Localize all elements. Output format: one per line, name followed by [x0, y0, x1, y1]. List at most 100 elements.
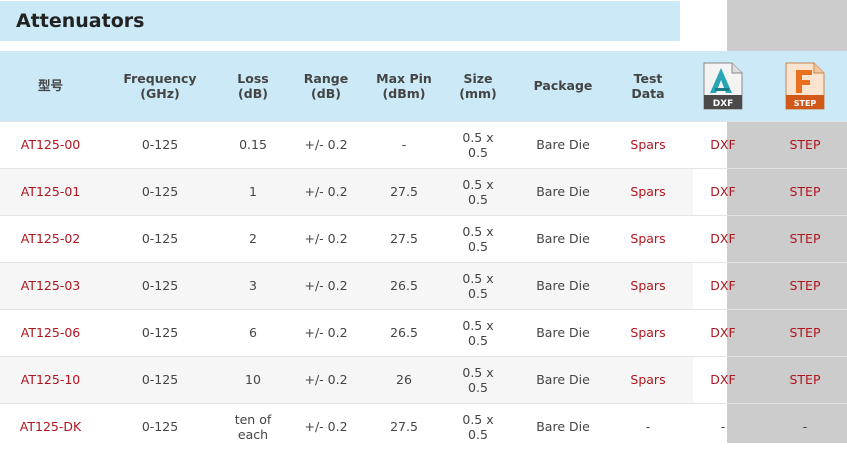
step-cell[interactable]: STEP [763, 214, 847, 262]
loss-cell: 1 [219, 167, 287, 215]
table-row: AT125-01 0-125 1 +/- 0.2 27.5 0.5 x 0.5 B… [0, 167, 847, 215]
model-link[interactable]: AT125-03 [21, 278, 81, 293]
dxf-link[interactable]: DXF [710, 325, 735, 340]
size-cell: 0.5 x 0.5 [443, 261, 513, 309]
step-link[interactable]: STEP [789, 137, 820, 152]
model-cell[interactable]: AT125-06 [0, 308, 101, 356]
dxf-cell[interactable]: DXF [683, 120, 763, 168]
package-cell: Bare Die [513, 261, 613, 309]
header-dxf: DXF [683, 51, 763, 121]
table-row: AT125-03 0-125 3 +/- 0.2 26.5 0.5 x 0.5 B… [0, 261, 847, 309]
size-cell: 0.5 x 0.5 [443, 355, 513, 403]
loss-cell: 0.15 [219, 120, 287, 168]
header-max-pin: Max Pin (dBm) [365, 51, 443, 121]
step-link[interactable]: STEP [789, 372, 820, 387]
size-cell: 0.5 x 0.5 [443, 214, 513, 262]
dxf-link[interactable]: DXF [710, 184, 735, 199]
dxf-cell[interactable]: DXF [683, 308, 763, 356]
spars-link[interactable]: Spars [630, 184, 665, 199]
frequency-cell: 0-125 [101, 167, 219, 215]
header-loss: Loss (dB) [219, 51, 287, 121]
table-row: AT125-06 0-125 6 +/- 0.2 26.5 0.5 x 0.5 B… [0, 308, 847, 356]
step-file-icon: STEP [785, 62, 825, 110]
model-link[interactable]: AT125-10 [21, 372, 81, 387]
attenuators-table: 型号 Frequency (GHz) Loss (dB) Range (dB) Max… [0, 51, 847, 450]
header-model: 型号 [0, 51, 101, 121]
spars-link[interactable]: Spars [630, 137, 665, 152]
dxf-cell[interactable]: DXF [683, 261, 763, 309]
spars-link[interactable]: Spars [630, 278, 665, 293]
loss-cell: 6 [219, 308, 287, 356]
frequency-cell: 0-125 [101, 214, 219, 262]
table-row: AT125-02 0-125 2 +/- 0.2 27.5 0.5 x 0.5 B… [0, 214, 847, 262]
package-cell: Bare Die [513, 308, 613, 356]
dxf-link[interactable]: DXF [710, 231, 735, 246]
frequency-cell: 0-125 [101, 355, 219, 403]
header-size: Size (mm) [443, 51, 513, 121]
range-cell: +/- 0.2 [287, 120, 365, 168]
package-cell: Bare Die [513, 167, 613, 215]
spars-link[interactable]: Spars [630, 372, 665, 387]
frequency-cell: 0-125 [101, 261, 219, 309]
header-range: Range (dB) [287, 51, 365, 121]
model-link[interactable]: AT125-06 [21, 325, 81, 340]
step-cell[interactable]: STEP [763, 261, 847, 309]
test-data-cell[interactable]: Spars [613, 167, 683, 215]
test-data-cell[interactable]: Spars [613, 355, 683, 403]
range-cell: +/- 0.2 [287, 355, 365, 403]
max-pin-cell: 26 [365, 355, 443, 403]
model-cell[interactable]: AT125-01 [0, 167, 101, 215]
table-row: AT125-00 0-125 0.15 +/- 0.2 - 0.5 x 0.5 B… [0, 120, 847, 168]
max-pin-cell: 27.5 [365, 214, 443, 262]
test-data-cell[interactable]: Spars [613, 308, 683, 356]
dxf-cell[interactable]: DXF [683, 355, 763, 403]
header-package: Package [513, 51, 613, 121]
loss-cell: 2 [219, 214, 287, 262]
range-cell: +/- 0.2 [287, 214, 365, 262]
model-link[interactable]: AT125-DK [20, 419, 81, 434]
svg-text:DXF: DXF [713, 99, 734, 109]
package-cell: Bare Die [513, 214, 613, 262]
model-link[interactable]: AT125-00 [21, 137, 81, 152]
test-data-cell[interactable]: Spars [613, 214, 683, 262]
spars-link[interactable]: Spars [630, 231, 665, 246]
range-cell: +/- 0.2 [287, 167, 365, 215]
test-data-cell[interactable]: Spars [613, 120, 683, 168]
dxf-link[interactable]: DXF [710, 278, 735, 293]
step-cell[interactable]: STEP [763, 355, 847, 403]
spars-link[interactable]: Spars [630, 325, 665, 340]
header-step: STEP [763, 51, 847, 121]
step-link[interactable]: STEP [789, 184, 820, 199]
svg-text:STEP: STEP [794, 99, 817, 108]
model-cell[interactable]: AT125-03 [0, 261, 101, 309]
package-cell: Bare Die [513, 355, 613, 403]
table-row: AT125-10 0-125 10 +/- 0.2 26 0.5 x 0.5 Ba… [0, 355, 847, 403]
loss-cell: 10 [219, 355, 287, 403]
model-cell[interactable]: AT125-02 [0, 214, 101, 262]
dxf-cell[interactable]: DXF [683, 214, 763, 262]
step-cell[interactable]: STEP [763, 167, 847, 215]
model-link[interactable]: AT125-02 [21, 231, 81, 246]
dxf-link[interactable]: DXF [710, 137, 735, 152]
step-cell[interactable]: STEP [763, 308, 847, 356]
model-link[interactable]: AT125-01 [21, 184, 81, 199]
table-header-row: 型号 Frequency (GHz) Loss (dB) Range (dB) Max… [0, 51, 847, 121]
size-cell: 0.5 x 0.5 [443, 120, 513, 168]
test-data-cell[interactable]: Spars [613, 261, 683, 309]
dxf-cell[interactable]: DXF [683, 167, 763, 215]
size-cell: 0.5 x 0.5 [443, 167, 513, 215]
step-cell[interactable]: STEP [763, 120, 847, 168]
range-cell: +/- 0.2 [287, 308, 365, 356]
step-link[interactable]: STEP [789, 325, 820, 340]
header-test-data: Test Data [613, 51, 683, 121]
model-cell[interactable]: AT125-10 [0, 355, 101, 403]
package-cell: Bare Die [513, 120, 613, 168]
size-cell: 0.5 x 0.5 [443, 308, 513, 356]
dxf-link[interactable]: DXF [710, 372, 735, 387]
step-link[interactable]: STEP [789, 231, 820, 246]
model-cell[interactable]: AT125-00 [0, 120, 101, 168]
loss-cell: 3 [219, 261, 287, 309]
max-pin-cell: 26.5 [365, 308, 443, 356]
frequency-cell: 0-125 [101, 308, 219, 356]
step-link[interactable]: STEP [789, 278, 820, 293]
